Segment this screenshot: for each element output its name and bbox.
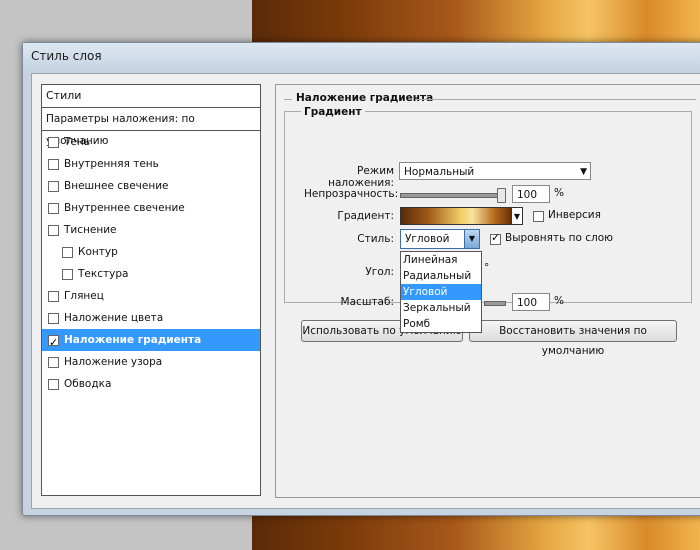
opacity-unit: % [554, 187, 564, 199]
layer-style-dialog: Стиль слоя Стили Параметры наложения: по… [22, 42, 700, 516]
style-option-diamond[interactable]: Ромб [401, 316, 481, 332]
scale-unit: % [554, 295, 564, 307]
style-item-contour[interactable]: Контур [42, 241, 260, 263]
styles-header[interactable]: Стили [42, 85, 260, 108]
bevel-emboss-checkbox[interactable] [48, 224, 59, 236]
outer-glow-checkbox[interactable] [48, 180, 59, 192]
gradient-overlay-checkbox[interactable] [48, 332, 59, 354]
chevron-down-icon[interactable]: ▼ [464, 230, 479, 248]
color-overlay-checkbox[interactable] [48, 312, 59, 324]
satin-checkbox[interactable] [48, 290, 59, 302]
angle-unit: ° [484, 262, 490, 274]
style-item-label: Наложение узора [64, 356, 163, 368]
gradient-preview[interactable] [400, 207, 512, 225]
style-option-radial[interactable]: Радиальный [401, 268, 481, 284]
gradient-overlay-panel: Наложение градиента Градиент Режим налож… [275, 84, 700, 498]
dialog-client: Стили Параметры наложения: по умолчанию … [31, 73, 700, 509]
style-options-list: Линейная Радиальный Угловой Зеркальный Р… [400, 251, 482, 333]
style-item-inner-glow[interactable]: Внутреннее свечение [42, 197, 260, 219]
style-item-bevel-emboss[interactable]: Тиснение [42, 219, 260, 241]
style-item-label: Обводка [64, 378, 112, 390]
style-item-texture[interactable]: Текстура [42, 263, 260, 285]
style-item-stroke[interactable]: Обводка [42, 373, 260, 395]
style-item-label: Тиснение [64, 224, 117, 236]
inner-shadow-checkbox[interactable] [48, 158, 59, 170]
style-item-drop-shadow[interactable]: Тень [42, 131, 260, 153]
scale-input[interactable]: 100 [512, 293, 550, 311]
reset-to-default-button[interactable]: Восстановить значения по умолчанию [469, 320, 677, 357]
pattern-overlay-checkbox[interactable] [48, 356, 59, 368]
gradient-dropdown-chevron-icon[interactable]: ▼ [512, 207, 523, 225]
style-select[interactable]: Угловой ▼ [400, 229, 480, 249]
reverse-checkbox[interactable] [533, 211, 544, 222]
style-item-label: Наложение цвета [64, 312, 164, 324]
style-item-label: Внешнее свечение [64, 180, 169, 192]
align-with-layer-label: Выровнять по слою [505, 232, 613, 244]
scale-label: Масштаб: [340, 296, 394, 308]
texture-checkbox[interactable] [62, 268, 73, 280]
style-item-pattern-overlay[interactable]: Наложение узора [42, 351, 260, 373]
style-option-linear[interactable]: Линейная [401, 252, 481, 268]
blend-mode-dropdown[interactable]: Нормальный ▼ [399, 162, 591, 180]
reverse-label: Инверсия [548, 209, 601, 221]
style-option-angle[interactable]: Угловой [401, 284, 481, 300]
scale-slider[interactable] [484, 301, 506, 306]
style-item-label: Глянец [64, 290, 104, 302]
opacity-label: Непрозрачность: [304, 188, 399, 200]
opacity-slider[interactable] [400, 193, 506, 198]
blend-mode-value: Нормальный [404, 166, 475, 178]
opacity-slider-thumb[interactable] [497, 188, 506, 203]
style-option-reflected[interactable]: Зеркальный [401, 300, 481, 316]
styles-panel: Стили Параметры наложения: по умолчанию … [41, 84, 261, 496]
stroke-checkbox[interactable] [48, 378, 59, 390]
style-item-label: Контур [78, 246, 118, 258]
section-divider [416, 99, 696, 100]
style-item-label: Внутреннее свечение [64, 202, 185, 214]
style-item-outer-glow[interactable]: Внешнее свечение [42, 175, 260, 197]
group-title: Градиент [301, 106, 365, 118]
angle-label: Угол: [365, 266, 394, 278]
style-select-value: Угловой [405, 233, 450, 245]
opacity-input[interactable]: 100 [512, 185, 550, 203]
style-item-label: Наложение градиента [64, 334, 202, 346]
blend-options-item[interactable]: Параметры наложения: по умолчанию [42, 108, 260, 147]
section-title: Наложение градиента [296, 92, 434, 104]
chevron-down-icon: ▼ [580, 167, 587, 177]
style-item-inner-shadow[interactable]: Внутренняя тень [42, 153, 260, 175]
blend-mode-label: Режим наложения: [328, 165, 394, 189]
contour-checkbox[interactable] [62, 246, 73, 258]
style-item-label: Текстура [78, 268, 129, 280]
align-with-layer-checkbox[interactable] [490, 231, 501, 245]
gradient-label: Градиент: [337, 210, 394, 222]
style-item-label: Внутренняя тень [64, 158, 159, 170]
style-item-label: Тень [64, 136, 90, 148]
drop-shadow-checkbox[interactable] [48, 136, 59, 148]
style-item-satin[interactable]: Глянец [42, 285, 260, 307]
inner-glow-checkbox[interactable] [48, 202, 59, 214]
section-divider [284, 99, 292, 100]
style-item-gradient-overlay[interactable]: Наложение градиента [42, 329, 260, 354]
style-item-color-overlay[interactable]: Наложение цвета [42, 307, 260, 329]
dialog-title[interactable]: Стиль слоя [23, 43, 700, 69]
style-label: Стиль: [357, 233, 394, 245]
